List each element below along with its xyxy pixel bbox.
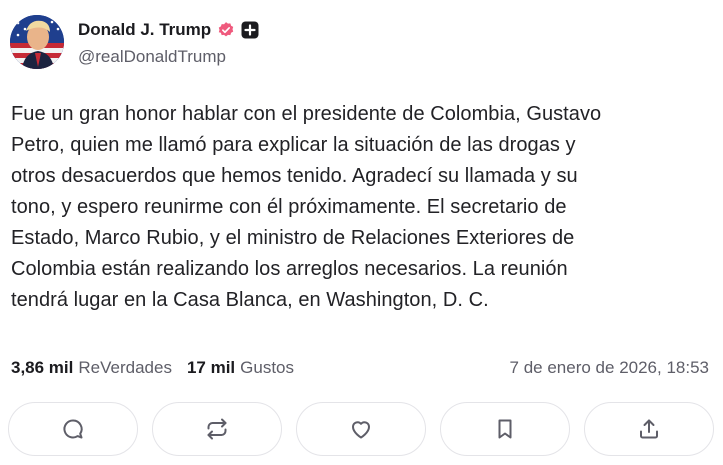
bookmark-icon [498, 419, 512, 439]
author-display-name[interactable]: Donald J. Trump [78, 20, 211, 40]
likes-label[interactable]: Gustos [240, 358, 294, 378]
flag-portrait-avatar [10, 15, 64, 69]
action-bar [8, 402, 714, 458]
plus-badge-icon [241, 21, 259, 39]
reply-button[interactable] [8, 402, 138, 456]
retruth-icon [207, 418, 227, 440]
reply-icon [63, 419, 83, 439]
like-button[interactable] [296, 402, 426, 456]
post-text: Fue un gran honor hablar con el presiden… [11, 103, 602, 311]
likes-count[interactable]: 17 mil [187, 358, 235, 378]
post-timestamp[interactable]: 7 de enero de 2026, 18:53 [510, 358, 709, 378]
verified-badge-icon [217, 21, 235, 39]
post-header: Donald J. Trump @realDonaldTrump [10, 15, 259, 69]
retruths-count[interactable]: 3,86 mil [11, 358, 73, 378]
retruth-button[interactable] [152, 402, 282, 456]
author-handle[interactable]: @realDonaldTrump [78, 47, 259, 67]
share-button[interactable] [584, 402, 714, 456]
bookmark-button[interactable] [440, 402, 570, 456]
avatar[interactable] [10, 15, 64, 69]
share-icon [640, 419, 658, 439]
post-stats: 3,86 mil ReVerdades 17 mil Gustos 7 de e… [11, 355, 709, 381]
retruths-label[interactable]: ReVerdades [78, 358, 172, 378]
like-icon [352, 421, 370, 439]
